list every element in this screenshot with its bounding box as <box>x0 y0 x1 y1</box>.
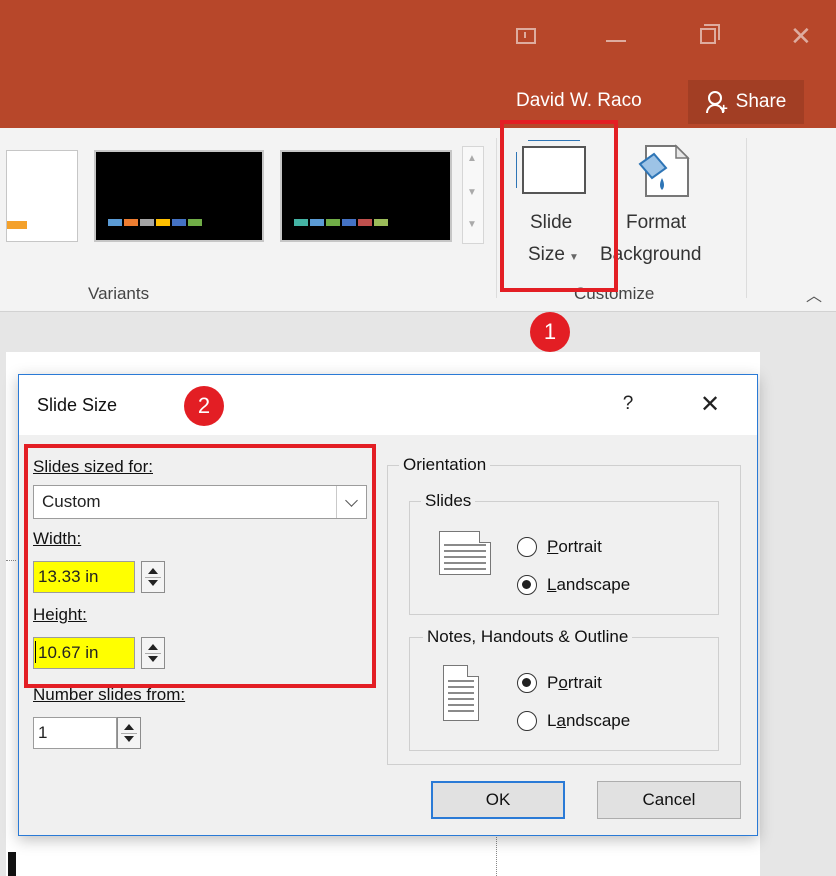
color-swatch <box>124 219 138 226</box>
variant-thumbnail-1[interactable] <box>6 150 78 242</box>
share-person-icon: + <box>705 91 728 115</box>
variants-gallery-scroll[interactable]: ▲ ▼ ▼ <box>462 146 484 244</box>
slides-portrait-radio[interactable] <box>517 537 537 557</box>
restore-window-icon[interactable] <box>700 24 720 44</box>
format-background-label-line1: Format <box>626 212 687 233</box>
slide-text-fragment <box>8 852 16 876</box>
variants-group-label: Variants <box>88 284 150 303</box>
notes-group-label: Notes, Handouts & Outline <box>423 627 633 647</box>
color-swatch <box>188 219 202 226</box>
notes-landscape-option[interactable]: Landscape <box>517 711 630 731</box>
slides-portrait-label: Portrait <box>547 537 602 556</box>
portrait-page-icon <box>443 665 479 721</box>
variant-thumbnail-2[interactable] <box>94 150 264 242</box>
help-button[interactable]: ? <box>613 389 643 419</box>
color-swatch <box>294 219 308 226</box>
color-swatch <box>172 219 186 226</box>
slides-landscape-radio[interactable] <box>517 575 537 595</box>
share-label: Share <box>735 91 787 112</box>
color-swatch <box>156 219 170 226</box>
scroll-down-icon[interactable]: ▼ <box>467 187 477 198</box>
number-slides-from-label: Number slides from: <box>33 685 186 704</box>
color-swatch <box>326 219 340 226</box>
minimize-icon[interactable] <box>606 40 626 42</box>
slides-group-label: Slides <box>421 491 476 511</box>
placeholder-guide <box>6 560 16 561</box>
number-slides-stepper[interactable] <box>117 717 141 749</box>
ok-button[interactable]: OK <box>431 781 565 819</box>
dialog-title-bar <box>19 375 757 435</box>
notes-portrait-radio[interactable] <box>517 673 537 693</box>
orientation-label: Orientation <box>399 455 491 475</box>
scroll-up-icon[interactable]: ▲ <box>467 153 477 164</box>
variant-thumbnail-3[interactable] <box>280 150 452 242</box>
color-swatch <box>374 219 388 226</box>
dialog-close-button[interactable]: ✕ <box>695 389 725 419</box>
ribbon-group-divider <box>496 138 497 298</box>
callout-badge-2: 2 <box>184 386 224 426</box>
ribbon-display-options-icon[interactable] <box>516 28 536 44</box>
color-swatch <box>310 219 324 226</box>
color-swatch <box>108 219 122 226</box>
notes-landscape-label: Landscape <box>547 711 631 730</box>
more-icon[interactable]: ▼ <box>467 219 477 230</box>
slides-landscape-label: Landscape <box>547 575 631 594</box>
color-swatch <box>342 219 356 226</box>
user-name[interactable]: David W. Raco <box>516 90 642 112</box>
ribbon-group-divider <box>746 138 747 298</box>
color-swatch <box>358 219 372 226</box>
color-swatch <box>140 219 154 226</box>
slides-landscape-option[interactable]: Landscape <box>517 575 630 595</box>
share-button[interactable]: + Share <box>688 80 804 124</box>
dialog-title: Slide Size <box>37 395 118 415</box>
number-slides-from-input[interactable]: 1 <box>33 717 117 749</box>
callout-badge-1: 1 <box>530 312 570 352</box>
notes-portrait-label: Portrait <box>547 673 602 692</box>
callout-highlight-2 <box>24 444 376 688</box>
variant-swatches <box>108 219 202 226</box>
format-background-icon[interactable] <box>632 142 696 198</box>
callout-highlight-1 <box>500 120 618 292</box>
notes-portrait-option[interactable]: Portrait <box>517 673 602 693</box>
slides-portrait-option[interactable]: Portrait <box>517 537 602 557</box>
notes-landscape-radio[interactable] <box>517 711 537 731</box>
variant-swatches <box>294 219 388 226</box>
landscape-page-icon <box>439 531 491 575</box>
collapse-ribbon-icon[interactable]: ︿ <box>806 282 822 306</box>
close-window-icon[interactable]: ✕ <box>790 22 812 50</box>
cancel-button[interactable]: Cancel <box>597 781 741 819</box>
